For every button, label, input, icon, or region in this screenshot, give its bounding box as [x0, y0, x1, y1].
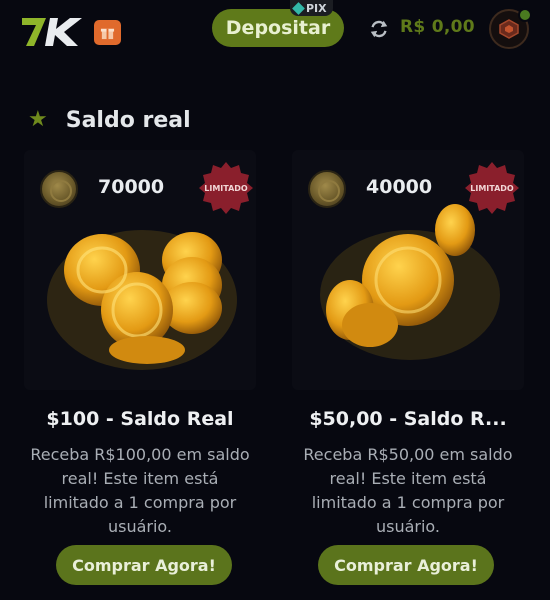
limited-badge: LIMITADO [464, 160, 520, 216]
buy-now-button[interactable]: Comprar Agora! [318, 545, 494, 585]
product-title: $50,00 - Saldo R... [309, 408, 507, 430]
product-card: 70000 LIMITADO $100 - Saldo Real Receba … [24, 150, 256, 595]
product-description: Receba R$50,00 em saldo real! Este item … [303, 445, 513, 536]
star-icon: ★ [28, 107, 48, 132]
top-bar: Depositar PIX R$ 0,00 [0, 0, 550, 64]
buy-now-button[interactable]: Comprar Agora! [56, 545, 232, 585]
logo[interactable] [20, 16, 84, 48]
pix-label: PIX [306, 1, 327, 15]
coins-icon [320, 204, 500, 360]
logo-7k-icon [22, 18, 82, 46]
gift-button[interactable] [94, 20, 121, 45]
rank-avatar-icon [499, 19, 519, 39]
limited-label: LIMITADO [470, 183, 514, 193]
refresh-icon[interactable] [368, 18, 390, 40]
product-image: 40000 LIMITADO [292, 150, 524, 390]
limited-label: LIMITADO [204, 183, 248, 193]
section-header: ★ Saldo real [28, 106, 191, 134]
pix-icon [292, 1, 305, 15]
gift-icon [100, 28, 115, 40]
limited-badge: LIMITADO [198, 160, 254, 216]
product-title: $100 - Saldo Real [46, 408, 234, 430]
pix-badge: PIX [290, 0, 333, 16]
balance-display[interactable]: R$ 0,00 [400, 17, 475, 37]
status-dot [518, 8, 532, 22]
product-description: Receba R$100,00 em saldo real! Este item… [30, 445, 250, 536]
avatar[interactable] [489, 8, 532, 51]
product-image: 70000 LIMITADO [24, 150, 256, 390]
product-card: 40000 LIMITADO $50,00 - Saldo R... Receb… [292, 150, 524, 595]
section-title: Saldo real [65, 107, 191, 133]
coin-stack-icon [47, 230, 237, 370]
